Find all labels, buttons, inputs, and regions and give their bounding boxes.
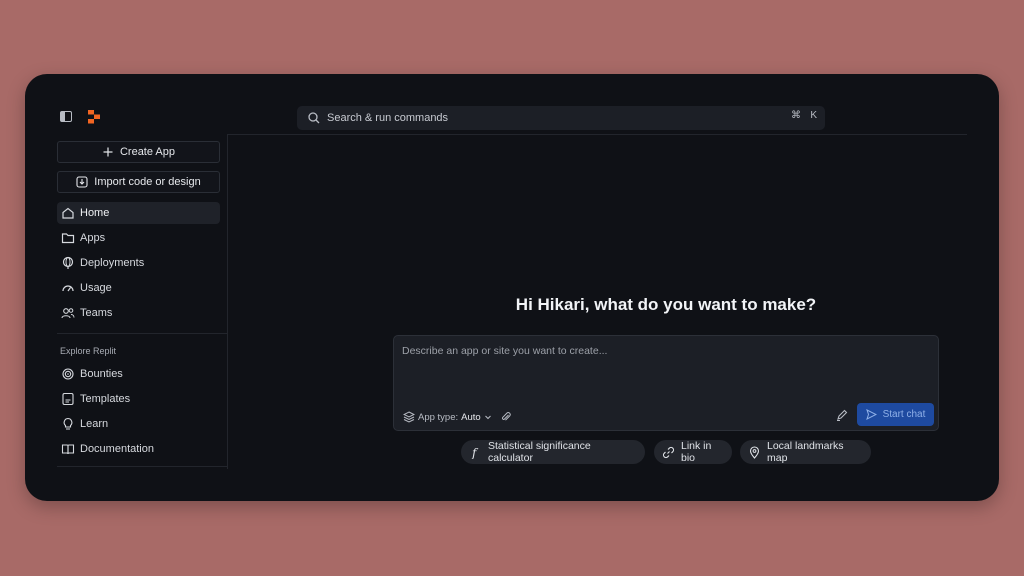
function-icon: f xyxy=(469,446,482,459)
gauge-icon xyxy=(61,281,75,295)
suggestion-chip-landmarks-map[interactable]: Local landmarks map xyxy=(740,440,871,464)
sidebar-item-documentation[interactable]: Documentation xyxy=(57,438,220,460)
pen-icon[interactable] xyxy=(835,408,849,422)
plus-icon xyxy=(102,146,114,158)
app-type-label: App type: xyxy=(418,411,459,423)
prompt-input[interactable]: Describe an app or site you want to crea… xyxy=(393,335,939,431)
prompt-placeholder: Describe an app or site you want to crea… xyxy=(402,345,608,357)
globe-icon xyxy=(61,256,75,270)
sidebar-item-label: Learn xyxy=(80,418,109,430)
target-icon xyxy=(61,367,75,381)
suggestion-label: Link in bio xyxy=(681,440,712,464)
import-button[interactable]: Import code or design xyxy=(57,171,220,193)
topbar-divider xyxy=(227,134,967,135)
sidebar-item-teams[interactable]: Teams xyxy=(57,302,220,324)
search-placeholder: Search & run commands xyxy=(327,112,449,124)
link-icon xyxy=(662,446,675,459)
sidebar-item-bounties[interactable]: Bounties xyxy=(57,363,220,385)
template-icon xyxy=(61,392,75,406)
shortcut-cmd-key: ⌘ xyxy=(791,110,801,121)
explore-section-label: Explore Replit xyxy=(60,346,117,356)
app-type-selector[interactable]: App type: Auto xyxy=(403,411,492,423)
chevron-down-icon xyxy=(484,413,492,421)
lightbulb-icon xyxy=(61,417,75,431)
sidebar: Create App Import code or design Home Ap… xyxy=(57,135,228,469)
book-icon xyxy=(61,442,75,456)
sidebar-divider xyxy=(57,333,227,334)
suggestion-chip-link-in-bio[interactable]: Link in bio xyxy=(654,440,732,464)
sidebar-item-label: Apps xyxy=(80,232,106,244)
map-pin-icon xyxy=(748,445,761,459)
suggestion-label: Statistical significance calculator xyxy=(488,440,591,464)
search-icon xyxy=(307,111,321,125)
home-icon xyxy=(61,206,75,220)
sidebar-item-usage[interactable]: Usage xyxy=(57,277,220,299)
sidebar-item-templates[interactable]: Templates xyxy=(57,388,220,410)
replit-logo-icon[interactable] xyxy=(87,110,101,124)
sidebar-item-label: Teams xyxy=(80,307,113,319)
import-label: Import code or design xyxy=(94,176,201,188)
create-app-label: Create App xyxy=(119,146,176,158)
svg-text:f: f xyxy=(471,446,479,459)
suggestion-label: Local landmarks map xyxy=(767,440,844,464)
suggestion-chip-statistics[interactable]: f Statistical significance calculator xyxy=(461,440,645,464)
sidebar-item-home[interactable]: Home xyxy=(57,202,220,224)
sidebar-item-learn[interactable]: Learn xyxy=(57,413,220,435)
shortcut-k-key: K xyxy=(810,110,817,121)
send-icon xyxy=(865,409,877,420)
folder-icon xyxy=(61,231,75,245)
create-app-button[interactable]: Create App xyxy=(57,141,220,163)
sidebar-toggle-icon[interactable] xyxy=(60,111,72,122)
import-icon xyxy=(76,176,88,188)
layers-icon xyxy=(403,411,415,423)
page-title: Hi Hikari, what do you want to make? xyxy=(515,295,817,314)
sidebar-item-label: Bounties xyxy=(80,368,123,380)
app-window: Search & run commands ⌘ K Create App Imp… xyxy=(25,74,999,501)
sidebar-item-deployments[interactable]: Deployments xyxy=(57,252,220,274)
paperclip-icon[interactable] xyxy=(500,411,512,423)
app-type-value: Auto xyxy=(461,411,481,423)
sidebar-item-label: Usage xyxy=(80,282,112,294)
sidebar-item-apps[interactable]: Apps xyxy=(57,227,220,249)
search-bar[interactable]: Search & run commands ⌘ K xyxy=(297,106,825,130)
sidebar-item-label: Documentation xyxy=(80,443,154,455)
start-chat-button[interactable]: Start chat xyxy=(857,403,934,426)
top-bar: Search & run commands ⌘ K xyxy=(25,74,999,134)
sidebar-item-label: Templates xyxy=(80,393,131,405)
sidebar-item-label: Home xyxy=(80,207,110,219)
sidebar-item-label: Deployments xyxy=(80,257,145,269)
start-chat-label: Start chat xyxy=(882,409,926,420)
sidebar-bottom-divider xyxy=(57,466,227,467)
users-icon xyxy=(61,306,75,320)
